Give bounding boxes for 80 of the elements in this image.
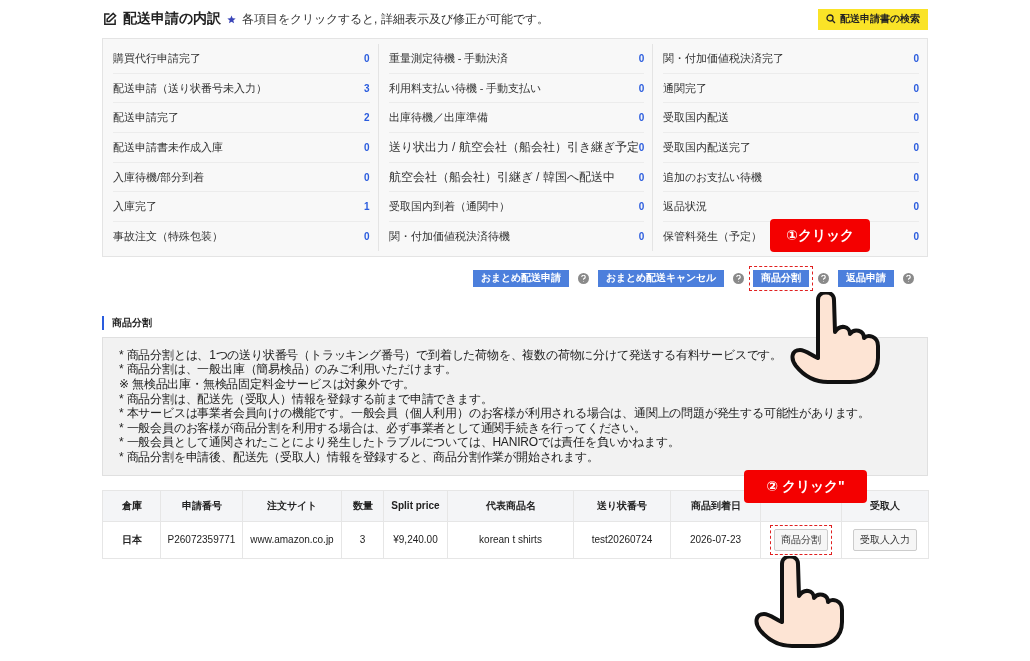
status-count[interactable]: 0 xyxy=(913,112,919,124)
status-label[interactable]: 保管料発生（予定） xyxy=(663,228,763,244)
table-cell: 3 xyxy=(341,521,384,559)
column-header: 注文サイト xyxy=(242,490,342,522)
column-header: 送り状番号 xyxy=(573,490,671,522)
status-label[interactable]: 返品状況 xyxy=(663,199,708,215)
star-icon xyxy=(227,14,236,24)
table-cell: 日本 xyxy=(102,521,161,559)
column-header: 数量 xyxy=(341,490,384,522)
status-count[interactable]: 0 xyxy=(364,171,370,183)
status-count[interactable]: 0 xyxy=(638,112,645,124)
status-label[interactable]: 受取国内配送 xyxy=(663,110,730,126)
status-label[interactable]: 追加のお支払い待機 xyxy=(663,169,763,185)
click-callout: ② クリック" xyxy=(744,470,867,503)
column-header: 申請番号 xyxy=(160,490,243,522)
status-count[interactable]: 3 xyxy=(364,82,370,94)
hint-text: 各項目をクリックすると, 詳細表示及び修正が可能です。 xyxy=(242,10,549,28)
status-count[interactable]: 0 xyxy=(638,230,645,242)
help-icon[interactable] xyxy=(903,272,914,284)
table-cell: ¥9,240.00 xyxy=(383,521,448,559)
click-callout: ①クリック xyxy=(770,219,870,252)
status-label[interactable]: 関・付加価値税決済待機 xyxy=(388,228,510,244)
status-label[interactable]: 利用料支払い待機 - 手動支払い xyxy=(388,80,542,96)
status-label[interactable]: 通関完了 xyxy=(663,80,708,96)
status-count[interactable]: 1 xyxy=(364,201,370,213)
search-icon xyxy=(826,14,836,24)
help-icon[interactable] xyxy=(733,272,744,284)
column-header: 代表商品名 xyxy=(447,490,574,522)
note-text: ※ 無検品出庫・無検品固定料金サービスは対象外です。 xyxy=(119,377,417,392)
status-count[interactable]: 0 xyxy=(364,52,370,64)
page-title: 配送申請の内訳 xyxy=(123,10,221,28)
action-button[interactable]: 商品分割 xyxy=(749,265,813,291)
status-label[interactable]: 配送申請（送り状番号未入力） xyxy=(113,80,267,96)
status-label[interactable]: 事故注文（特殊包装） xyxy=(113,228,223,244)
status-count[interactable]: 0 xyxy=(913,141,919,153)
status-label[interactable]: 重量測定待機 - 手動決済 xyxy=(388,50,509,66)
status-label[interactable]: 関・付加価値税決済完了 xyxy=(663,50,785,66)
column-header: 倉庫 xyxy=(102,490,161,522)
status-count[interactable]: 0 xyxy=(638,201,645,213)
row-button[interactable]: 商品分割 xyxy=(770,524,832,555)
status-count[interactable]: 0 xyxy=(913,201,919,213)
status-label[interactable]: 配送申請完了 xyxy=(113,110,179,126)
status-count[interactable]: 0 xyxy=(913,230,919,242)
help-icon[interactable] xyxy=(818,272,829,284)
status-count[interactable]: 2 xyxy=(364,112,370,124)
edit-icon xyxy=(102,11,117,27)
status-count[interactable]: 0 xyxy=(913,171,919,183)
status-label[interactable]: 受取国内配送完了 xyxy=(663,139,752,155)
column-header: Split price xyxy=(383,490,448,522)
status-label[interactable]: 入庫待機/部分到着 xyxy=(113,169,205,185)
table-cell: korean t shirts xyxy=(447,521,574,559)
note-text: * 商品分割は、配送先（受取人）情報を登録する前まで申請できます。 xyxy=(119,391,494,407)
search-button[interactable]: 配送申請書の検索 xyxy=(818,8,928,30)
status-count[interactable]: 0 xyxy=(638,171,645,183)
status-count[interactable]: 0 xyxy=(638,82,645,94)
column-header: 商品到着日 xyxy=(670,490,761,522)
note-text: * 一般会員のお客様が商品分割を利用する場合は、必ず事業者として通関手続きを行ってください。 xyxy=(119,420,647,436)
status-count[interactable]: 0 xyxy=(638,52,645,64)
status-count[interactable]: 0 xyxy=(364,141,370,153)
note-text: * 商品分割とは、1つの送り状番号（トラッキング番号）で到着した荷物を、複数の荷物に分けて発送する有料サービスです。 xyxy=(119,347,784,363)
table-cell: test20260724 xyxy=(573,521,671,559)
status-label[interactable]: 出庫待機／出庫準備 xyxy=(388,110,488,126)
help-icon[interactable] xyxy=(578,272,589,284)
status-count[interactable]: 0 xyxy=(364,230,370,242)
status-label[interactable]: 購買代行申請完了 xyxy=(113,50,201,66)
note-text: * 本サービスは事業者会員向けの機能です。一般会員（個人利用）のお客様が利用される場合は、通関上の問題が発生する可能性があります。 xyxy=(119,406,871,421)
status-label[interactable]: 配送申請書未作成入庫 xyxy=(113,139,223,155)
status-label[interactable]: 送り状出力 / 航空会社（船会社）引き継ぎ予定 xyxy=(388,138,639,156)
note-text: * 商品分割を申請後、配送先（受取人）情報を登録すると、商品分割作業が開始されます。 xyxy=(119,449,600,465)
status-count[interactable]: 0 xyxy=(913,52,919,64)
status-label[interactable]: 航空会社（船会社）引継ぎ / 韓国へ配送中 xyxy=(388,168,615,186)
status-label[interactable]: 入庫完了 xyxy=(113,199,157,215)
status-label[interactable]: 受取国内到着（通関中） xyxy=(388,199,510,215)
status-count[interactable]: 0 xyxy=(913,82,919,94)
note-text: * 一般会員として通関されたことにより発生したトラブルについては、HANIROでは責任を負いかねます。 xyxy=(119,435,681,450)
table-cell: www.amazon.co.jp xyxy=(242,521,342,559)
status-count[interactable]: 0 xyxy=(638,141,645,153)
note-text: * 商品分割は、一般出庫（簡易検品）のみご利用いただけます。 xyxy=(119,362,458,377)
table-cell: 2026-07-23 xyxy=(670,521,761,559)
table-cell: P26072359771 xyxy=(160,521,243,559)
